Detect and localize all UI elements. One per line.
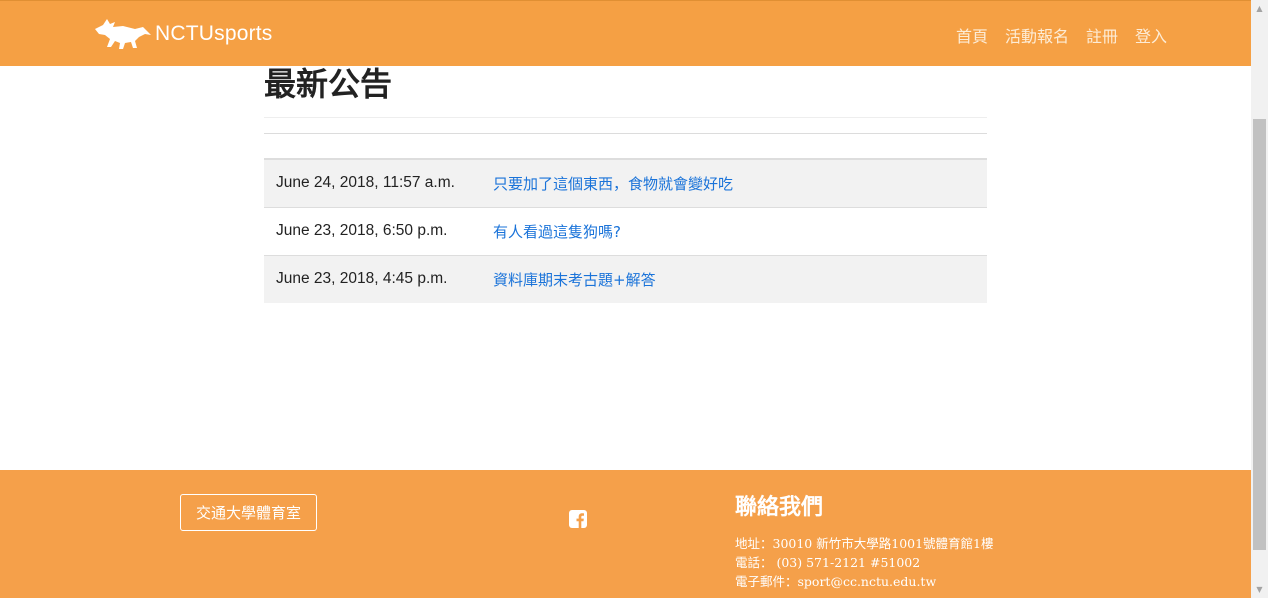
facebook-icon[interactable] [569,510,587,528]
announcement-table: June 24, 2018, 11:57 a.m. 只要加了這個東西，食物就會變… [264,158,987,303]
announcement-link[interactable]: 資料庫期末考古題+解答 [493,271,656,289]
contact-section: 聯絡我們 地址：30010 新竹市大學路1001號體育館1樓 電話： (03) … [735,494,994,591]
fox-logo-icon [95,19,151,49]
announcement-date: June 23, 2018, 6:50 p.m. [276,222,448,239]
nav-item-register: 註冊 [1086,23,1118,47]
announcement-link[interactable]: 有人看過這隻狗嗎? [493,223,621,241]
nav-link-register[interactable]: 註冊 [1086,27,1118,46]
scrollbar[interactable]: ▲ ▼ [1251,0,1268,598]
scroll-down-icon[interactable]: ▼ [1251,581,1268,598]
page: NCTUsports 首頁 活動報名 註冊 登入 最新公告 June 24, 2… [0,0,1251,598]
pe-office-button[interactable]: 交通大學體育室 [180,494,317,531]
divider [264,133,987,134]
nav-link-login[interactable]: 登入 [1135,27,1167,46]
announcement-date: June 24, 2018, 11:57 a.m. [276,174,455,192]
scroll-up-icon[interactable]: ▲ [1251,0,1268,17]
navbar: NCTUsports 首頁 活動報名 註冊 登入 [0,0,1251,66]
scroll-thumb[interactable] [1253,119,1266,550]
footer: 交通大學體育室 聯絡我們 地址：30010 新竹市大學路1001號體育館1樓 電… [0,470,1251,598]
announcement-cell: 只要加了這個東西，食物就會變好吃 [481,159,987,207]
announcement-date: June 23, 2018, 4:45 p.m. [276,270,448,288]
nav-link-events[interactable]: 活動報名 [1005,27,1069,46]
divider [264,117,987,118]
contact-email: 電子郵件：sport@cc.nctu.edu.tw [735,574,937,589]
main-content: 最新公告 June 24, 2018, 11:57 a.m. 只要加了這個東西，… [264,66,987,303]
nav-item-login: 登入 [1135,23,1167,47]
announcement-cell: 資料庫期末考古題+解答 [481,255,987,303]
page-title: 最新公告 [264,65,393,103]
nav-menu: 首頁 活動報名 註冊 登入 [956,23,1167,47]
contact-phone: 電話： (03) 571-2121 #51002 [735,555,921,570]
announcement-cell: 有人看過這隻狗嗎? [481,207,987,255]
nav-item-events: 活動報名 [1005,23,1069,47]
brand-link[interactable]: NCTUsports [93,15,273,53]
nav-link-home[interactable]: 首頁 [956,27,988,46]
contact-address: 地址：30010 新竹市大學路1001號體育館1樓 [735,536,994,551]
brand-name: NCTUsports [155,22,273,45]
table-row: June 23, 2018, 4:45 p.m. 資料庫期末考古題+解答 [264,255,987,303]
table-row: June 24, 2018, 11:57 a.m. 只要加了這個東西，食物就會變… [264,159,987,207]
announcement-link[interactable]: 只要加了這個東西，食物就會變好吃 [493,175,733,193]
table-row: June 23, 2018, 6:50 p.m. 有人看過這隻狗嗎? [264,207,987,255]
contact-title: 聯絡我們 [735,495,824,520]
nav-item-home: 首頁 [956,23,988,47]
